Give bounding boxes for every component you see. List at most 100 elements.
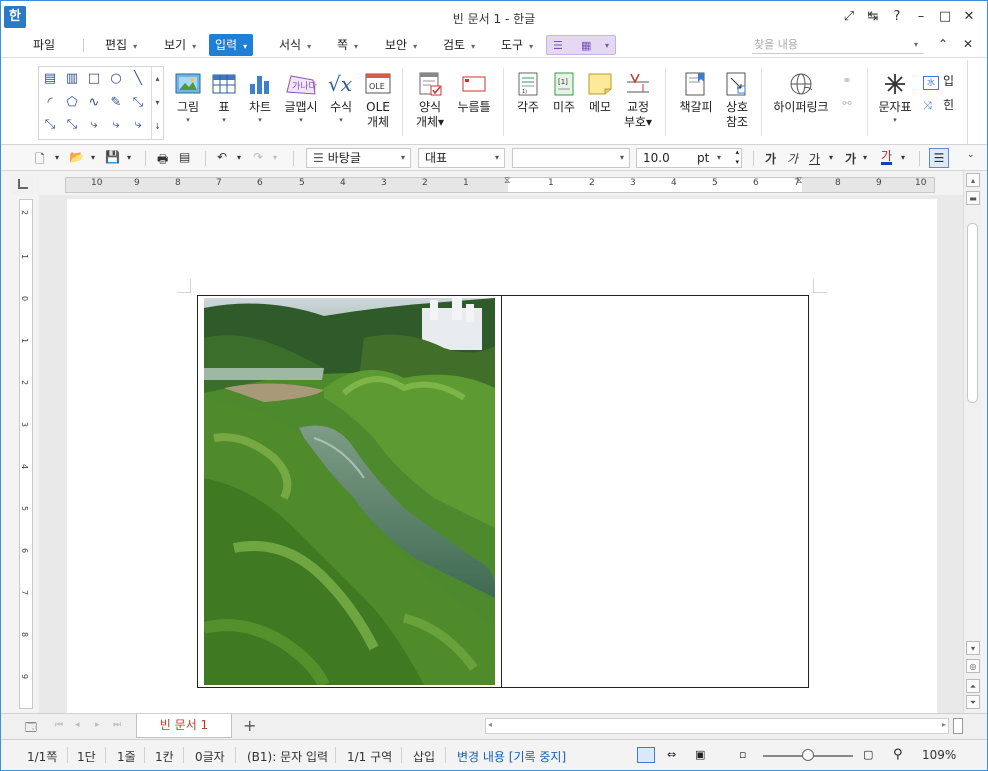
zoom-level[interactable]: 109%	[922, 748, 956, 762]
scroll-up-button[interactable]: ▴	[966, 173, 980, 187]
elbow-connector-icon[interactable]: ⤷	[129, 117, 147, 133]
toolbar-more-icon[interactable]: ⌄	[967, 150, 975, 160]
arc-shape-icon[interactable]: ◜	[41, 95, 59, 111]
chevron-down-icon[interactable]: ▾	[901, 153, 905, 162]
line-shape-icon[interactable]: ╲	[129, 71, 147, 87]
footnote-button[interactable]: 1) 각주	[511, 62, 545, 142]
chevron-down-icon[interactable]: ▾	[55, 153, 59, 162]
page-view-icon[interactable]	[637, 747, 655, 763]
right-indent-marker-icon[interactable]: ⧖	[796, 176, 802, 186]
fit-width-icon[interactable]: ⇔	[667, 748, 676, 761]
tab-list-icon[interactable]: 🗔	[25, 719, 37, 738]
save-icon[interactable]: 💾	[105, 150, 120, 164]
scroll-right-button[interactable]: ▸	[942, 720, 946, 729]
font-size-field[interactable]: 10.0 pt ▾ ▴ ▾	[636, 148, 742, 168]
style-select[interactable]: ☰ 바탕글 ▾	[306, 148, 411, 168]
doc-close-button[interactable]: ✕	[963, 37, 973, 51]
next-page-icon[interactable]: ⏷	[966, 695, 980, 709]
pen-shape-icon[interactable]: ✎	[107, 95, 125, 111]
status-page[interactable]: 1/1쪽	[27, 748, 57, 765]
document-page[interactable]	[67, 199, 937, 713]
connector-shape-icon[interactable]: ⤡	[129, 95, 147, 111]
ribbon-collapse-button[interactable]: ⌃	[938, 37, 948, 51]
menu-view[interactable]: 보기 ▾	[158, 34, 202, 56]
status-track-changes[interactable]: 변경 내용 [기록 중지]	[457, 748, 566, 765]
first-tab-icon[interactable]: ⏮	[55, 720, 63, 730]
cross-reference-button[interactable]: 상호 참조	[719, 62, 755, 142]
split-handle[interactable]	[953, 718, 963, 734]
ruler-corner[interactable]	[13, 176, 33, 194]
search-input[interactable]: 찾을 내용 ▾	[752, 36, 924, 54]
scroll-left-button[interactable]: ◂	[488, 720, 492, 729]
help-icon[interactable]: ?	[885, 7, 909, 27]
undo-icon[interactable]: ↶	[217, 150, 227, 164]
shapes-gallery[interactable]: ▤ ▥ □ ○ ╲ ◜ ⬠ ∿ ✎ ⤡ ⤡ ⤡ ⤷ ⤷ ⤷ ▴ ▾ ↓	[38, 66, 164, 140]
underline-icon[interactable]: 가	[809, 150, 820, 167]
chevron-down-icon[interactable]: ▾	[127, 153, 131, 162]
chevron-down-icon[interactable]: ▾	[829, 153, 833, 162]
click-field-button[interactable]: 누름틀	[453, 62, 495, 142]
polygon-shape-icon[interactable]: ⬠	[63, 95, 81, 111]
document-table[interactable]	[197, 295, 809, 688]
insert-wordart-button[interactable]: 가나다 글맵시 ▾	[281, 62, 321, 142]
last-tab-icon[interactable]: ⏭	[113, 720, 121, 730]
connector-line-icon[interactable]: ⤡	[41, 117, 59, 133]
chevron-down-icon[interactable]: ▾	[91, 153, 95, 162]
chevron-up-icon[interactable]: ▴	[152, 67, 163, 91]
redo-icon[interactable]: ↷	[253, 150, 263, 164]
insert-chart-button[interactable]: 차트 ▾	[243, 62, 277, 142]
menu-file[interactable]: 파일	[27, 34, 61, 56]
menu-edit[interactable]: 편집 ▾	[99, 34, 143, 56]
text-box-shape-icon[interactable]: ▤	[41, 71, 59, 87]
menu-security[interactable]: 보안 ▾	[379, 34, 423, 56]
chevron-down-icon[interactable]: ▾	[863, 153, 867, 162]
fullscreen-icon[interactable]: ⤢	[837, 7, 861, 27]
endnote-button[interactable]: [1] 미주	[547, 62, 581, 142]
link-tools[interactable]: ⚭ ⚯	[835, 62, 859, 142]
zoom-slider-handle[interactable]	[802, 749, 814, 761]
status-insert-mode[interactable]: 삽입	[413, 748, 435, 765]
insert-ole-button[interactable]: OLE OLE 개체	[361, 62, 395, 142]
ellipse-shape-icon[interactable]: ○	[107, 71, 125, 87]
table-cell-a1-photo[interactable]	[204, 298, 495, 685]
menu-page[interactable]: 쪽 ▾	[331, 34, 364, 56]
bold-icon[interactable]: 가	[765, 150, 776, 167]
add-tab-button[interactable]: +	[243, 716, 256, 735]
magnifier-icon[interactable]: ⚲	[893, 747, 903, 762]
proofreading-marks-button[interactable]: 교정 부호▾	[619, 62, 657, 142]
scroll-thumb[interactable]	[967, 223, 978, 403]
menu-tools[interactable]: 도구 ▾	[495, 34, 539, 56]
italic-icon[interactable]: 가	[787, 150, 798, 167]
collapse-icon[interactable]: ▬	[966, 191, 980, 205]
maximize-button[interactable]: □	[933, 7, 957, 27]
open-folder-icon[interactable]: 📂	[69, 150, 84, 164]
hyperlink-button[interactable]: 하이퍼링크	[769, 62, 833, 142]
print-preview-icon[interactable]: ▤	[179, 150, 190, 164]
symbol-table-button[interactable]: 문자표 ▾	[873, 62, 917, 142]
menu-review[interactable]: 검토 ▾	[437, 34, 481, 56]
chevron-down-icon[interactable]: ▾	[237, 153, 241, 162]
form-object-button[interactable]: 양식 개체▾	[411, 62, 449, 142]
close-button[interactable]: ✕	[957, 7, 981, 27]
align-justify-icon[interactable]: ☰	[929, 148, 949, 168]
zoom-in-icon[interactable]: ▢	[863, 748, 873, 761]
menu-format[interactable]: 서식 ▾	[273, 34, 317, 56]
elbow-connector-icon[interactable]: ⤷	[107, 117, 125, 133]
shapes-gallery-scroll[interactable]: ▴ ▾ ↓	[151, 67, 163, 139]
indent-marker-icon[interactable]: ⧖	[504, 176, 510, 186]
menu-insert[interactable]: 입력 ▾	[209, 34, 254, 56]
insert-picture-button[interactable]: 그림 ▾	[169, 62, 207, 142]
next-tab-icon[interactable]: ▸	[95, 720, 100, 730]
table-column-divider[interactable]	[501, 296, 502, 687]
prev-tab-icon[interactable]: ◂	[75, 720, 80, 730]
full-page-icon[interactable]: ▣	[695, 748, 705, 761]
chevron-down-icon[interactable]: ▾	[273, 153, 277, 162]
curve-shape-icon[interactable]: ∿	[85, 95, 103, 111]
font-name-select[interactable]: ▾	[512, 148, 630, 168]
expand-down-icon[interactable]: ↓	[152, 115, 163, 139]
vertical-ruler[interactable]: 2 1 0 1 2 3 4 5 6 7 8 9	[19, 199, 33, 709]
insert-table-button[interactable]: 표 ▾	[207, 62, 241, 142]
scroll-down-button[interactable]: ▾	[966, 641, 980, 655]
new-document-icon[interactable]: 🗋	[35, 150, 45, 171]
bookmark-button[interactable]: 책갈피	[675, 62, 717, 142]
